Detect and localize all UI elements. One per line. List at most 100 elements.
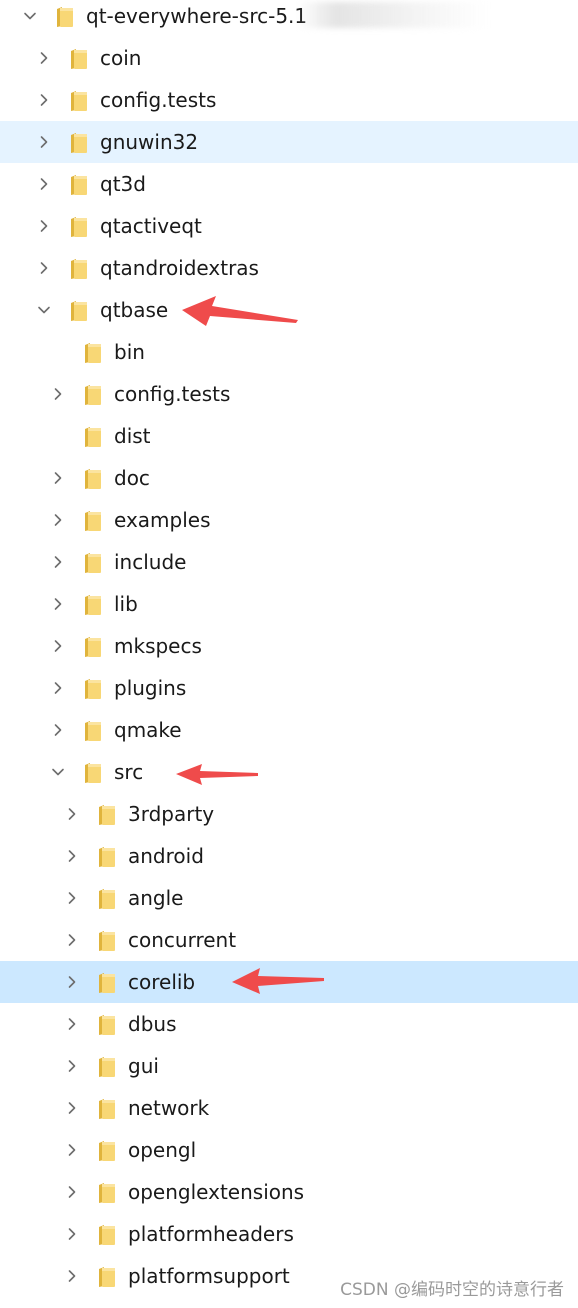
chevron-right-icon[interactable] (64, 932, 80, 948)
folder-icon (98, 1140, 116, 1162)
tree-item-label: config.tests (114, 382, 231, 406)
tree-row[interactable]: dist (0, 415, 578, 457)
tree-item-label: qt3d (100, 172, 146, 196)
chevron-right-icon[interactable] (64, 848, 80, 864)
chevron-right-icon[interactable] (50, 554, 66, 570)
chevron-right-icon[interactable] (64, 1226, 80, 1242)
chevron-right-icon[interactable] (64, 1184, 80, 1200)
chevron-right-icon[interactable] (50, 596, 66, 612)
chevron-right-icon[interactable] (64, 890, 80, 906)
chevron-right-icon[interactable] (50, 512, 66, 528)
tree-row[interactable]: mkspecs (0, 625, 578, 667)
tree-row[interactable]: angle (0, 877, 578, 919)
tree-row[interactable]: examples (0, 499, 578, 541)
chevron-right-icon[interactable] (64, 1058, 80, 1074)
tree-row[interactable]: src (0, 751, 578, 793)
tree-row[interactable]: bin (0, 331, 578, 373)
folder-icon (84, 426, 102, 448)
folder-icon (84, 552, 102, 574)
chevron-right-icon[interactable] (64, 1142, 80, 1158)
tree-row[interactable]: qt-everywhere-src-5.1 (0, 0, 578, 37)
tree-item-label: qtbase (100, 298, 169, 322)
tree-row[interactable]: gui (0, 1045, 578, 1087)
tree-row[interactable]: platformheaders (0, 1213, 578, 1255)
chevron-down-icon[interactable] (36, 302, 52, 318)
tree-row[interactable]: doc (0, 457, 578, 499)
folder-icon (98, 1014, 116, 1036)
tree-item-label: mkspecs (114, 634, 202, 658)
chevron-right-icon[interactable] (64, 1100, 80, 1116)
chevron-right-icon[interactable] (36, 92, 52, 108)
tree-item-label: config.tests (100, 88, 217, 112)
folder-icon (84, 342, 102, 364)
chevron-down-icon[interactable] (50, 764, 66, 780)
tree-item-label: plugins (114, 676, 187, 700)
tree-item-label: opengl (128, 1138, 197, 1162)
tree-row[interactable]: config.tests (0, 79, 578, 121)
folder-icon (56, 6, 74, 28)
chevron-down-icon[interactable] (22, 8, 38, 24)
tree-item-label: corelib (128, 970, 196, 994)
tree-row[interactable]: qmake (0, 709, 578, 751)
tree-item-label: qtandroidextras (100, 256, 259, 280)
tree-row[interactable]: qtandroidextras (0, 247, 578, 289)
tree-row[interactable]: android (0, 835, 578, 877)
chevron-right-icon[interactable] (50, 638, 66, 654)
folder-icon (98, 888, 116, 910)
tree-row[interactable]: lib (0, 583, 578, 625)
chevron-right-icon[interactable] (50, 386, 66, 402)
tree-item-label: android (128, 844, 204, 868)
tree-row[interactable]: dbus (0, 1003, 578, 1045)
chevron-right-icon[interactable] (36, 134, 52, 150)
chevron-right-icon[interactable] (50, 680, 66, 696)
folder-icon (98, 1266, 116, 1288)
tree-row[interactable]: plugins (0, 667, 578, 709)
tree-row[interactable]: openglextensions (0, 1171, 578, 1213)
folder-icon (70, 90, 88, 112)
folder-icon (70, 48, 88, 70)
folder-icon (84, 762, 102, 784)
folder-icon (70, 174, 88, 196)
chevron-right-icon[interactable] (36, 50, 52, 66)
folder-icon (84, 636, 102, 658)
tree-item-label: 3rdparty (128, 802, 215, 826)
chevron-right-icon[interactable] (50, 722, 66, 738)
tree-item-label: network (128, 1096, 210, 1120)
chevron-right-icon[interactable] (64, 1268, 80, 1284)
folder-icon (70, 300, 88, 322)
folder-icon (70, 132, 88, 154)
tree-item-label: qmake (114, 718, 182, 742)
folder-icon (98, 804, 116, 826)
chevron-right-icon[interactable] (64, 806, 80, 822)
tree-item-label: coin (100, 46, 142, 70)
tree-row[interactable]: opengl (0, 1129, 578, 1171)
chevron-right-icon[interactable] (64, 1016, 80, 1032)
tree-item-label: openglextensions (128, 1180, 305, 1204)
tree-item-label: doc (114, 466, 150, 490)
tree-row[interactable]: 3rdparty (0, 793, 578, 835)
tree-row[interactable]: network (0, 1087, 578, 1129)
tree-item-label: include (114, 550, 187, 574)
tree-row[interactable]: coin (0, 37, 578, 79)
folder-icon (98, 1056, 116, 1078)
tree-row[interactable]: qtactiveqt (0, 205, 578, 247)
tree-row[interactable]: gnuwin32 (0, 121, 578, 163)
tree-item-label: gnuwin32 (100, 130, 199, 154)
folder-icon (70, 216, 88, 238)
folder-icon (84, 594, 102, 616)
tree-row[interactable]: include (0, 541, 578, 583)
tree-item-label: platformheaders (128, 1222, 294, 1246)
chevron-right-icon[interactable] (50, 470, 66, 486)
red-arrow-icon (176, 764, 258, 785)
chevron-right-icon[interactable] (36, 260, 52, 276)
chevron-right-icon[interactable] (36, 218, 52, 234)
tree-row[interactable]: config.tests (0, 373, 578, 415)
chevron-right-icon[interactable] (64, 974, 80, 990)
tree-item-label: src (114, 760, 144, 784)
tree-row[interactable]: concurrent (0, 919, 578, 961)
tree-row[interactable]: qt3d (0, 163, 578, 205)
folder-icon (98, 1182, 116, 1204)
chevron-right-icon[interactable] (36, 176, 52, 192)
folder-icon (84, 384, 102, 406)
tree-item-label: concurrent (128, 928, 237, 952)
